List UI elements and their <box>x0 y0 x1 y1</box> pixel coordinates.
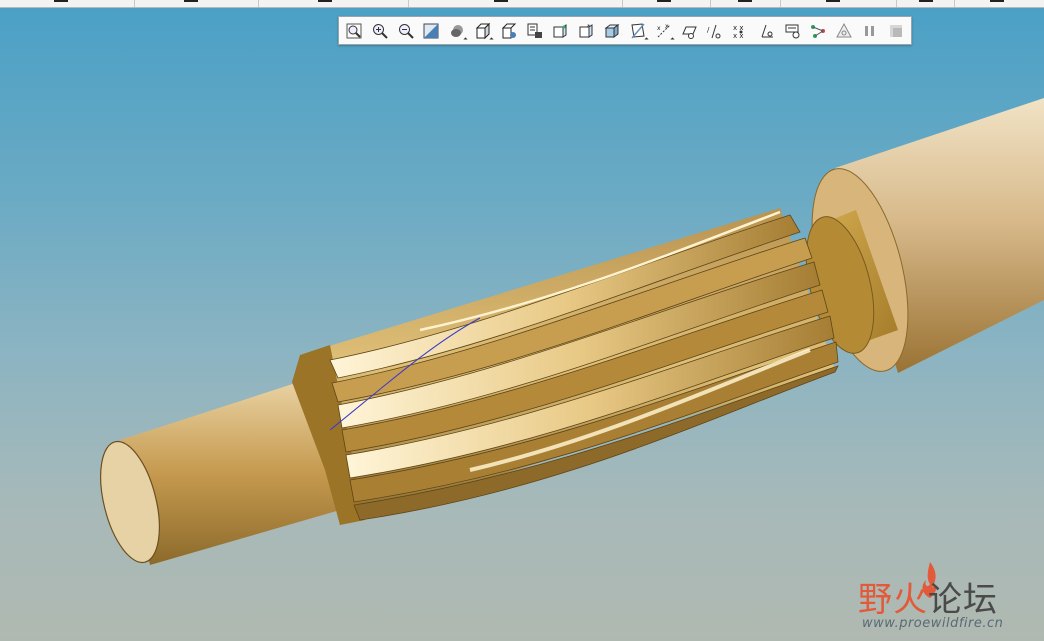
annotation-display-icon[interactable] <box>782 20 804 42</box>
perspective-icon[interactable] <box>549 20 571 42</box>
menu-segment[interactable] <box>408 0 623 7</box>
csys-display-icon[interactable] <box>756 20 778 42</box>
zoom-in-icon[interactable] <box>369 20 391 42</box>
svg-text:/: / <box>707 26 710 34</box>
svg-text:x x: x x <box>733 24 744 32</box>
menu-segment[interactable] <box>896 0 955 7</box>
plane-display-icon[interactable] <box>627 20 649 42</box>
menu-segment[interactable] <box>710 0 781 7</box>
watermark-url: www.proewildfire.cn <box>862 616 1004 631</box>
menu-segment[interactable] <box>622 0 711 7</box>
menu-segment[interactable] <box>0 0 135 7</box>
point-tag-icon[interactable]: x xx x <box>730 20 752 42</box>
saved-views-icon[interactable] <box>472 20 494 42</box>
menu-segment[interactable] <box>134 0 259 7</box>
zoom-out-icon[interactable] <box>395 20 417 42</box>
watermark-title-part2: 论坛 <box>928 580 998 620</box>
repaint-icon[interactable] <box>420 20 442 42</box>
plane-tag-icon[interactable] <box>678 20 700 42</box>
watermark-title: 野火论坛 <box>858 572 998 621</box>
menu-bar <box>0 0 1044 8</box>
restore-icon[interactable] <box>885 20 907 42</box>
pause-icon[interactable] <box>859 20 881 42</box>
warning-triangle-icon[interactable] <box>833 20 855 42</box>
section-view-icon[interactable] <box>601 20 623 42</box>
point-display-icon[interactable]: / <box>704 20 726 42</box>
view-manager-icon[interactable] <box>498 20 520 42</box>
model-viewport[interactable] <box>0 48 1044 641</box>
menu-segment[interactable] <box>780 0 897 7</box>
svg-text:*: * <box>587 23 591 31</box>
spin-center-icon[interactable]: * <box>575 20 597 42</box>
zoom-fit-icon[interactable] <box>343 20 365 42</box>
forum-watermark: 野火论坛 www.proewildfire.cn <box>858 560 1038 635</box>
layers-icon[interactable] <box>524 20 546 42</box>
watermark-title-part1: 野火 <box>858 580 928 620</box>
svg-text:x: x <box>665 23 669 30</box>
menu-segment[interactable] <box>954 0 1044 7</box>
connector-icon[interactable] <box>807 20 829 42</box>
display-style-icon[interactable] <box>446 20 468 42</box>
svg-text:x: x <box>657 25 661 32</box>
view-toolbar: * xx / x xx x <box>338 16 912 45</box>
svg-text:x x: x x <box>733 32 744 40</box>
axis-display-icon[interactable]: xx <box>653 20 675 42</box>
menu-segment[interactable] <box>258 0 409 7</box>
